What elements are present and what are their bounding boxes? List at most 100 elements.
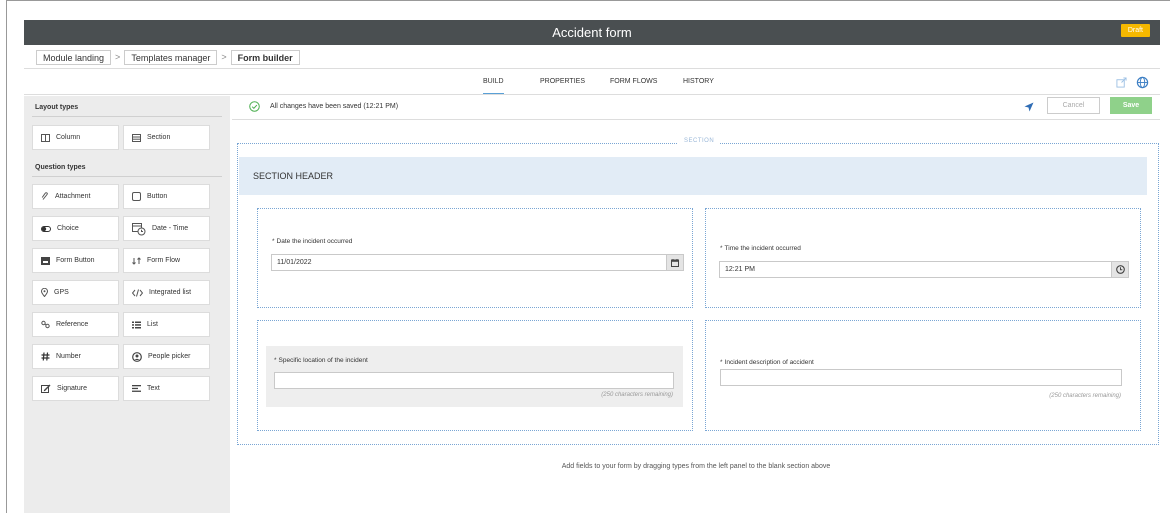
form-flow-icon bbox=[132, 256, 141, 265]
breadcrumb-form-builder[interactable]: Form builder bbox=[230, 49, 300, 65]
tile-label: Signature bbox=[57, 385, 87, 392]
time-input[interactable]: 12:21 PM bbox=[719, 261, 1112, 278]
tile-label: Date - Time bbox=[152, 225, 189, 232]
status-badge: Draft bbox=[1120, 24, 1150, 37]
column-icon bbox=[41, 133, 50, 142]
tile-date-time[interactable]: Date - Time bbox=[123, 216, 210, 241]
divider bbox=[232, 119, 1160, 120]
tile-button[interactable]: Button bbox=[123, 184, 210, 209]
characters-remaining: (250 characters remaining) bbox=[601, 392, 673, 398]
location-input[interactable] bbox=[274, 372, 674, 389]
field-label: * Specific location of the incident bbox=[274, 357, 368, 364]
app-header: Accident form Draft bbox=[24, 20, 1160, 45]
tile-label: Number bbox=[56, 353, 81, 360]
tile-label: Column bbox=[56, 134, 81, 141]
tab-build[interactable]: BUILD bbox=[483, 78, 504, 95]
form-section[interactable]: SECTION SECTION HEADER * Date the inciden… bbox=[237, 138, 1159, 445]
tile-attachment[interactable]: Attachment bbox=[32, 184, 119, 209]
description-input[interactable] bbox=[720, 369, 1122, 386]
save-status-message: All changes have been saved (12:21 PM) bbox=[270, 103, 399, 110]
field-label: * Date the incident occurred bbox=[272, 238, 353, 245]
tile-people-picker[interactable]: People picker bbox=[123, 344, 210, 369]
field-label: * Incident description of accident bbox=[720, 359, 814, 366]
tile-form-button[interactable]: Form Button bbox=[32, 248, 119, 273]
field-time-incident[interactable]: * Time the incident occurred 12:21 PM bbox=[705, 208, 1141, 308]
tile-signature[interactable]: Signature bbox=[32, 376, 119, 401]
tile-label: Integrated list bbox=[149, 289, 192, 296]
tab-form-flows[interactable]: FORM FLOWS bbox=[610, 78, 657, 93]
save-status-bar: All changes have been saved (12:21 PM) C… bbox=[232, 96, 1160, 118]
signature-icon bbox=[41, 384, 51, 393]
calendar-icon bbox=[671, 258, 679, 267]
date-picker-button[interactable] bbox=[666, 254, 684, 271]
text-icon bbox=[132, 385, 141, 392]
tile-number[interactable]: Number bbox=[32, 344, 119, 369]
breadcrumb-templates-manager[interactable]: Templates manager bbox=[124, 49, 218, 65]
characters-remaining: (250 characters remaining) bbox=[1049, 393, 1121, 399]
list-icon bbox=[132, 321, 141, 328]
person-icon bbox=[132, 351, 142, 362]
field-label: * Time the incident occurred bbox=[720, 245, 801, 252]
required-marker: * bbox=[274, 357, 277, 364]
form-title: Accident form bbox=[552, 25, 632, 40]
section-tag: SECTION bbox=[678, 138, 721, 144]
divider bbox=[24, 68, 1160, 69]
tile-gps[interactable]: GPS bbox=[32, 280, 119, 305]
field-specific-location[interactable]: * Specific location of the incident (250 … bbox=[257, 320, 693, 431]
clock-icon bbox=[1115, 265, 1125, 274]
cancel-button[interactable]: Cancel bbox=[1047, 97, 1100, 114]
tile-text[interactable]: Text bbox=[123, 376, 210, 401]
location-pin-icon bbox=[41, 288, 48, 297]
required-marker: * bbox=[720, 359, 723, 366]
tile-column[interactable]: Column bbox=[32, 125, 119, 150]
toggle-icon bbox=[41, 225, 51, 232]
divider bbox=[32, 176, 222, 177]
drag-hint: Add fields to your form by dragging type… bbox=[561, 463, 831, 470]
navigation-arrow-icon[interactable] bbox=[1024, 102, 1034, 112]
code-icon bbox=[132, 288, 143, 297]
tab-history[interactable]: HISTORY bbox=[683, 78, 714, 93]
field-incident-description[interactable]: * Incident description of accident (250 c… bbox=[705, 320, 1141, 431]
section-icon bbox=[132, 133, 141, 142]
tile-choice[interactable]: Choice bbox=[32, 216, 119, 241]
tile-label: People picker bbox=[148, 353, 191, 360]
tile-label: Section bbox=[147, 134, 171, 141]
time-picker-button[interactable] bbox=[1111, 261, 1129, 278]
section-header-text: SECTION HEADER bbox=[253, 171, 334, 181]
divider bbox=[32, 116, 222, 117]
save-button[interactable]: Save bbox=[1110, 97, 1152, 114]
tile-label: Attachment bbox=[55, 193, 91, 200]
breadcrumb-module-landing[interactable]: Module landing bbox=[36, 49, 112, 65]
tile-form-flow[interactable]: Form Flow bbox=[123, 248, 210, 273]
reference-icon bbox=[41, 320, 50, 329]
field-date-incident[interactable]: * Date the incident occurred 11/01/2022 bbox=[257, 208, 693, 308]
required-marker: * bbox=[272, 238, 275, 245]
date-input[interactable]: 11/01/2022 bbox=[271, 254, 667, 271]
question-types-title: Question types bbox=[35, 164, 86, 171]
tile-label: Reference bbox=[56, 321, 89, 328]
tile-label: Form Flow bbox=[147, 257, 181, 264]
divider bbox=[24, 94, 1160, 95]
tile-integrated-list[interactable]: Integrated list bbox=[123, 280, 210, 305]
globe-icon[interactable] bbox=[1136, 76, 1149, 89]
form-button-icon bbox=[41, 256, 50, 265]
required-marker: * bbox=[720, 245, 723, 252]
tile-label: Button bbox=[147, 193, 168, 200]
breadcrumb-separator-icon: > bbox=[221, 52, 227, 62]
question-types-panel: Layout types Column Section Question typ… bbox=[24, 96, 230, 513]
button-icon bbox=[132, 192, 141, 201]
share-icon[interactable] bbox=[1116, 77, 1127, 88]
breadcrumb: Module landing > Templates manager > For… bbox=[36, 49, 300, 65]
layout-types-title: Layout types bbox=[35, 104, 79, 111]
tile-label: GPS bbox=[54, 289, 69, 296]
tab-properties[interactable]: PROPERTIES bbox=[540, 78, 585, 93]
tile-list[interactable]: List bbox=[123, 312, 210, 337]
hash-icon bbox=[41, 352, 50, 361]
tile-reference[interactable]: Reference bbox=[32, 312, 119, 337]
section-header[interactable]: SECTION HEADER bbox=[239, 157, 1147, 195]
tile-label: Form Button bbox=[56, 257, 95, 264]
calendar-clock-icon bbox=[132, 222, 146, 235]
tile-label: Choice bbox=[57, 225, 79, 232]
tile-section[interactable]: Section bbox=[123, 125, 210, 150]
tile-label: List bbox=[147, 321, 158, 328]
